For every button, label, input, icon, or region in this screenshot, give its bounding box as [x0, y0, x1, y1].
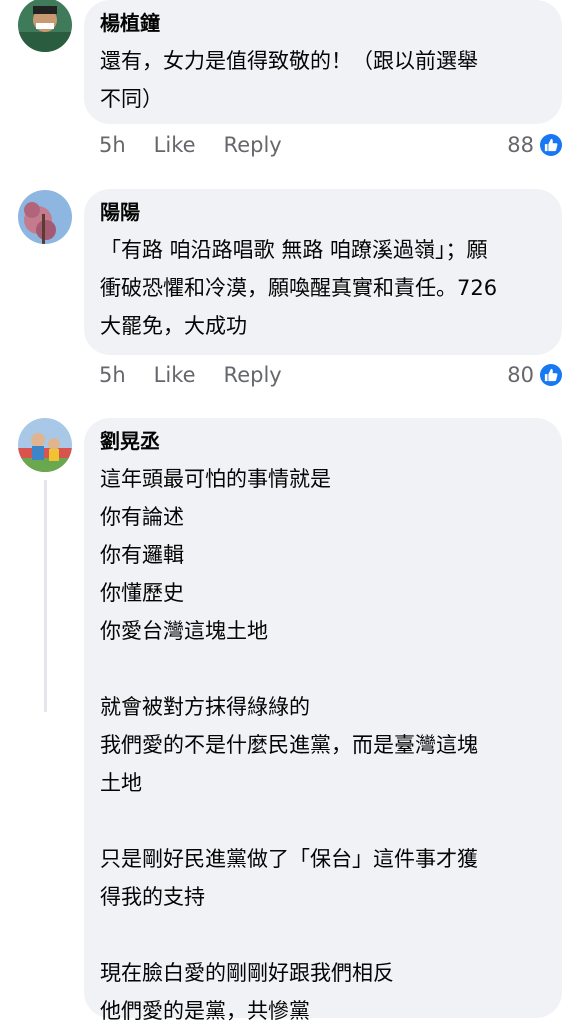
- thumbs-up-icon: [540, 364, 562, 386]
- reaction-summary[interactable]: 88: [507, 133, 562, 157]
- thread-line: [44, 480, 47, 712]
- reply-button[interactable]: Reply: [224, 133, 282, 157]
- comment: 楊植鐘 還有，女力是值得致敬的！（跟以前選舉 不同） 5h Like Reply…: [0, 0, 580, 170]
- author-name[interactable]: 陽陽: [100, 199, 544, 225]
- timestamp[interactable]: 5h: [99, 133, 126, 157]
- author-name[interactable]: 楊植鐘: [100, 10, 544, 36]
- comment-actions: 5h Like Reply: [99, 133, 282, 157]
- thumbs-up-icon: [540, 134, 562, 156]
- comment-text: 還有，女力是值得致敬的！（跟以前選舉 不同）: [100, 49, 478, 111]
- comment-bubble: 陽陽 「有路 咱沿路唱歌 無路 咱蹽溪過嶺」；願 衝破恐懼和冷漠，願喚醒真實和責…: [84, 189, 562, 355]
- like-button[interactable]: Like: [154, 363, 196, 387]
- avatar[interactable]: [18, 190, 72, 244]
- reaction-count: 80: [507, 363, 534, 387]
- comment: 陽陽 「有路 咱沿路唱歌 無路 咱蹽溪過嶺」；願 衝破恐懼和冷漠，願喚醒真實和責…: [0, 189, 580, 400]
- comment-bubble: 楊植鐘 還有，女力是值得致敬的！（跟以前選舉 不同）: [84, 0, 562, 124]
- comment-actions: 5h Like Reply: [99, 363, 282, 387]
- comment-text: 這年頭最可怕的事情就是 你有論述 你有邏輯 你懂歷史 你愛台灣這塊土地 就會被對…: [100, 467, 478, 1023]
- avatar[interactable]: [18, 0, 72, 52]
- timestamp[interactable]: 5h: [99, 363, 126, 387]
- comment-text: 「有路 咱沿路唱歌 無路 咱蹽溪過嶺」；願 衝破恐懼和冷漠，願喚醒真實和責任。7…: [100, 238, 498, 338]
- reaction-summary[interactable]: 80: [507, 363, 562, 387]
- author-name[interactable]: 劉晃丞: [100, 428, 544, 454]
- like-button[interactable]: Like: [154, 133, 196, 157]
- reaction-count: 88: [507, 133, 534, 157]
- comment-bubble: 劉晃丞 這年頭最可怕的事情就是 你有論述 你有邏輯 你懂歷史 你愛台灣這塊土地 …: [84, 418, 562, 1023]
- reply-button[interactable]: Reply: [224, 363, 282, 387]
- comment: 劉晃丞 這年頭最可怕的事情就是 你有論述 你有邏輯 你懂歷史 你愛台灣這塊土地 …: [0, 418, 580, 1024]
- avatar[interactable]: [18, 418, 72, 472]
